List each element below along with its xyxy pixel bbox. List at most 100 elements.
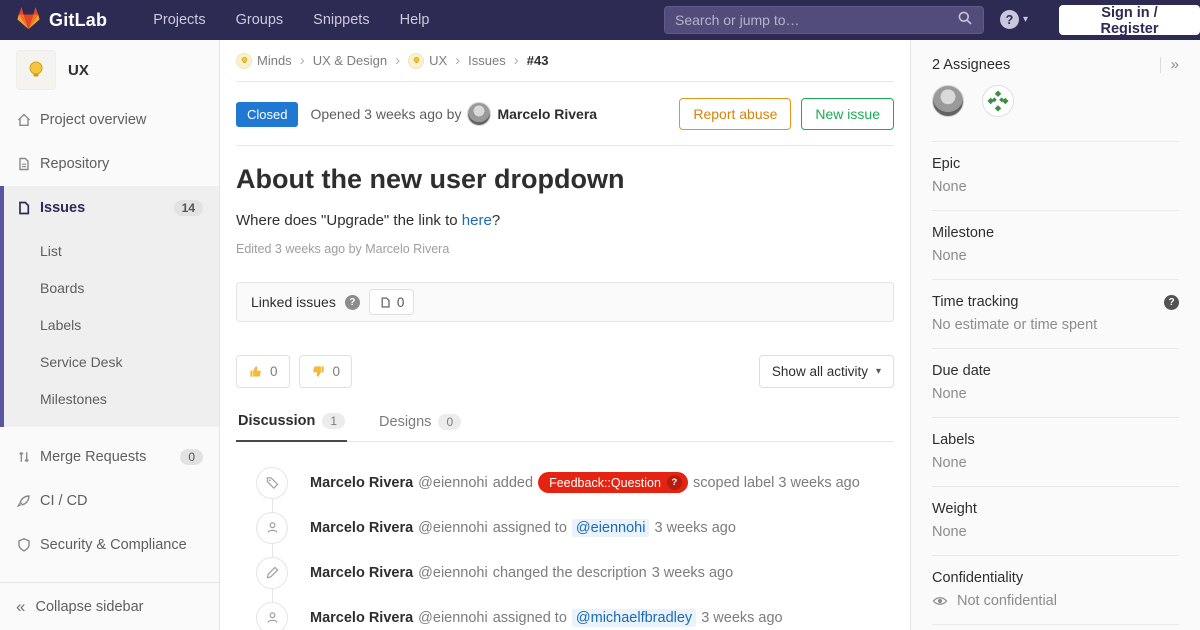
milestone-value: None [932, 248, 1179, 264]
sidebar-item-cicd[interactable]: CI / CD [0, 479, 219, 523]
divider [1160, 57, 1161, 73]
here-link[interactable]: here [462, 212, 492, 229]
sidebar-item-list[interactable]: List [4, 232, 219, 269]
note-tail: 3 weeks ago [654, 520, 735, 536]
sidebar-section-milestone: Milestone None [932, 211, 1179, 280]
chevron-right-icon: › [514, 52, 519, 69]
rocket-icon [16, 493, 32, 509]
breadcrumb-ux[interactable]: UX [408, 53, 447, 69]
issues-count-badge: 14 [174, 200, 203, 216]
nav-link-snippets[interactable]: Snippets [313, 12, 369, 28]
identicon-pattern [985, 88, 1011, 114]
edited-byline: Edited 3 weeks ago by Marcelo Rivera [236, 242, 894, 256]
sidebar-item-service-desk[interactable]: Service Desk [4, 343, 219, 380]
labels-value: None [932, 455, 1179, 471]
author-name[interactable]: Marcelo Rivera [497, 106, 597, 122]
search-input[interactable] [675, 12, 957, 28]
sidebar-item-boards[interactable]: Boards [4, 269, 219, 306]
tab-discussion[interactable]: Discussion 1 [236, 404, 347, 442]
collapse-right-sidebar-icon[interactable]: » [1171, 56, 1179, 73]
group-avatar [236, 53, 252, 69]
issues-icon [16, 200, 32, 216]
issue-description: Where does "Upgrade" the link to here? [236, 212, 894, 229]
opened-byline: Opened 3 weeks ago by Marcelo Rivera [310, 102, 597, 126]
chevron-down-icon: ▾ [876, 366, 881, 377]
award-emoji-row: 0 0 Show all activity ▾ [236, 355, 894, 388]
note-author[interactable]: Marcelo Rivera [310, 520, 413, 536]
tab-designs[interactable]: Designs 0 [377, 404, 463, 441]
sidebar-section-confidentiality: Confidentiality Not confidential [932, 556, 1179, 625]
help-menu[interactable]: ? ▾ [1000, 10, 1028, 29]
help-icon[interactable]: ? [1164, 295, 1179, 310]
sidebar-item-milestones[interactable]: Milestones [4, 380, 219, 417]
project-avatar-mini [408, 53, 424, 69]
chevron-right-icon: › [395, 52, 400, 69]
chevron-right-icon: › [300, 52, 305, 69]
time-tracking-value: No estimate or time spent [932, 317, 1179, 333]
nav-link-groups[interactable]: Groups [236, 12, 284, 28]
issues-icon [379, 296, 392, 309]
author-avatar[interactable] [467, 102, 491, 126]
sidebar-item-security[interactable]: Security & Compliance [0, 523, 219, 567]
sign-in-button[interactable]: Sign in / Register [1059, 5, 1200, 35]
sidebar-section-labels: Labels None [932, 418, 1179, 487]
sidebar-item-label: Project overview [40, 112, 146, 128]
breadcrumb-ux-design[interactable]: UX & Design [313, 53, 387, 68]
note-author[interactable]: Marcelo Rivera [310, 475, 413, 491]
gitlab-logo[interactable]: GitLab [16, 6, 107, 35]
note-handle: @eiennohi [418, 475, 488, 491]
thumbs-down-button[interactable]: 0 [299, 355, 353, 388]
left-sidebar: UX Project overview Repository [0, 40, 220, 630]
time-tracking-title: Time tracking [932, 294, 1018, 310]
linked-issues-title: Linked issues [251, 294, 336, 310]
sidebar-item-repository[interactable]: Repository [0, 142, 219, 186]
thumbs-up-icon [248, 364, 263, 379]
note-action: assigned to [493, 610, 567, 626]
sidebar-item-project-overview[interactable]: Project overview [0, 98, 219, 142]
mr-count-badge: 0 [180, 449, 203, 465]
sidebar-item-label: Security & Compliance [40, 537, 187, 553]
new-issue-button[interactable]: New issue [801, 98, 894, 130]
help-icon: ? [1000, 10, 1019, 29]
project-name: UX [68, 62, 89, 79]
status-badge: Closed [236, 102, 298, 127]
collapse-label: Collapse sidebar [35, 599, 143, 615]
top-navbar: GitLab Projects Groups Snippets Help ? ▾… [0, 0, 1200, 40]
help-icon: ? [667, 475, 682, 490]
global-search [664, 6, 984, 34]
mention-link[interactable]: @eiennohi [572, 519, 650, 537]
note-author[interactable]: Marcelo Rivera [310, 610, 413, 626]
document-icon [16, 156, 32, 172]
note-author[interactable]: Marcelo Rivera [310, 565, 413, 581]
collapse-sidebar-button[interactable]: « Collapse sidebar [0, 582, 219, 630]
sidebar-item-labels[interactable]: Labels [4, 306, 219, 343]
label-icon [256, 467, 288, 499]
system-note-assigned: Marcelo Rivera @eiennohi assigned to @mi… [236, 595, 894, 630]
breadcrumb: Minds › UX & Design › UX › Issues › #43 [236, 40, 894, 82]
mention-link[interactable]: @michaelfbradley [572, 609, 696, 627]
thumbs-up-button[interactable]: 0 [236, 355, 290, 388]
sidebar-item-merge-requests[interactable]: Merge Requests 0 [0, 435, 219, 479]
scoped-label-pill[interactable]: Feedback::Question ? [538, 472, 688, 493]
weight-title: Weight [932, 501, 1179, 517]
assignee-avatar-identicon[interactable] [982, 85, 1014, 117]
breadcrumb-minds[interactable]: Minds [236, 53, 292, 69]
sidebar-item-label: Repository [40, 156, 109, 172]
due-date-value: None [932, 386, 1179, 402]
thumbs-down-count: 0 [333, 364, 341, 379]
sidebar-section-time-tracking: Time tracking ? No estimate or time spen… [932, 280, 1179, 349]
activity-filter-dropdown[interactable]: Show all activity ▾ [759, 355, 894, 388]
project-context[interactable]: UX [0, 40, 219, 98]
nav-link-help[interactable]: Help [400, 12, 430, 28]
issue-right-sidebar: 2 Assignees » Epic None [910, 40, 1200, 630]
sidebar-item-issues[interactable]: Issues 14 [4, 186, 219, 230]
collapse-icon: « [16, 597, 25, 617]
assignee-avatar-photo[interactable] [932, 85, 964, 117]
home-icon [16, 112, 32, 128]
nav-link-projects[interactable]: Projects [153, 12, 205, 28]
chevron-down-icon: ▾ [1023, 14, 1028, 25]
help-icon[interactable]: ? [345, 295, 360, 310]
main-content: Minds › UX & Design › UX › Issues › #43 … [220, 40, 910, 630]
breadcrumb-issues[interactable]: Issues [468, 53, 506, 68]
report-abuse-button[interactable]: Report abuse [679, 98, 791, 130]
